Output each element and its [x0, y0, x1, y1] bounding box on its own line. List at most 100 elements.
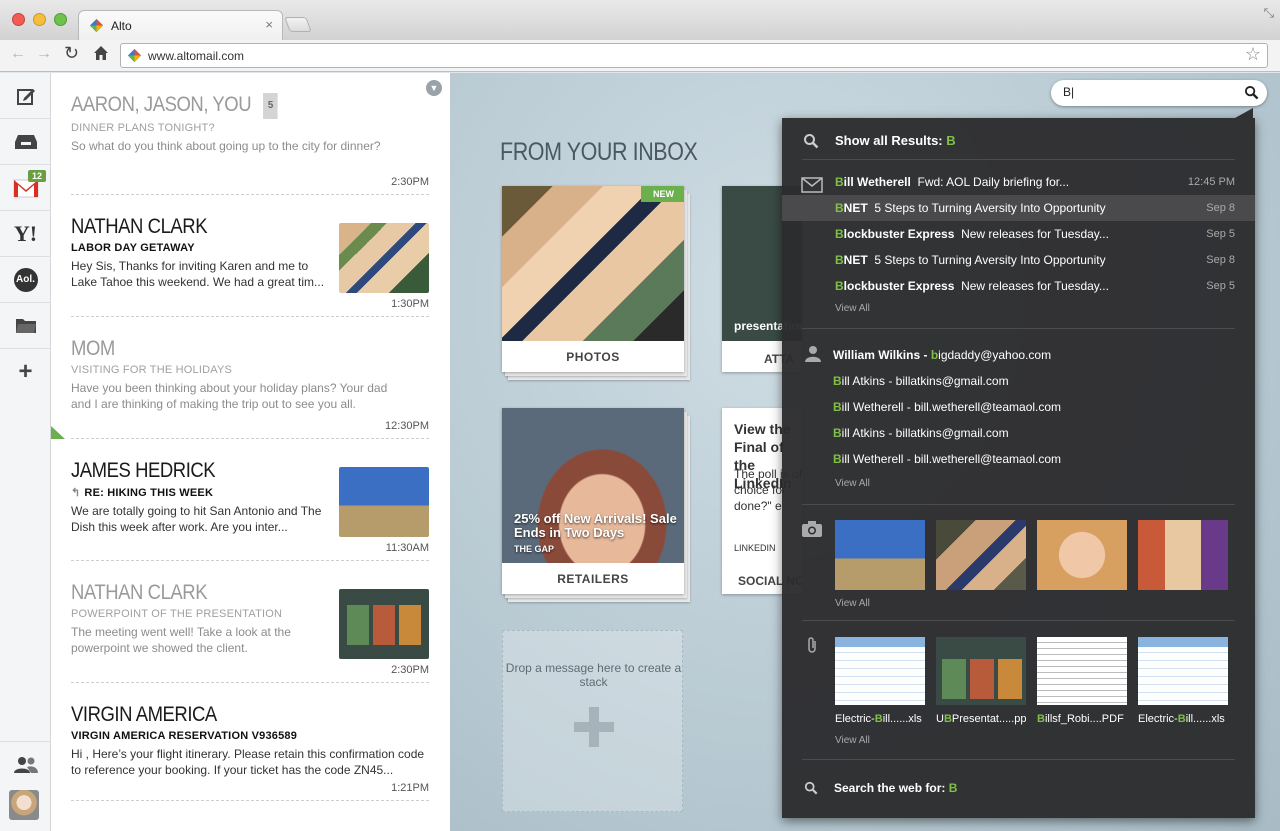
paperclip-icon	[808, 637, 816, 653]
zoom-window-button[interactable]	[54, 13, 67, 26]
search-icon	[804, 134, 819, 149]
contact-result[interactable]: Bill Wetherell - bill.wetherell@teamaol.…	[782, 446, 1255, 472]
message-subject: VISITING FOR THE HOLIDAYS	[71, 364, 233, 376]
message-list: ▼ AARON, JASON, YOU 5 DINNER PLANS TONIGH…	[51, 73, 450, 831]
message-item[interactable]: MOM VISITING FOR THE HOLIDAYS Have you b…	[71, 337, 429, 439]
plus-icon	[574, 707, 614, 747]
search-icon	[804, 781, 818, 795]
pdf-thumbnail	[1037, 637, 1127, 705]
contact-result[interactable]: William Wilkins - bigdaddy@yahoo.com	[782, 342, 1255, 368]
message-time: 11:30AM	[385, 542, 429, 554]
photo-result-thumbnail[interactable]	[1037, 520, 1127, 590]
inbox-tray-icon	[14, 134, 37, 149]
section-heading: FROM YOUR INBOX	[500, 138, 698, 166]
forward-arrow-icon[interactable]: →	[36, 45, 52, 63]
spreadsheet-thumbnail	[1138, 637, 1228, 705]
photo-result-thumbnail[interactable]	[835, 520, 925, 590]
view-all-files-link[interactable]: View All	[835, 735, 870, 746]
alto-logo-icon	[127, 48, 142, 63]
message-item[interactable]: VIRGIN AMERICA VIRGIN AMERICA RESERVATIO…	[71, 703, 429, 801]
people-icon	[13, 756, 38, 773]
account-rail: 12 Y! Aol. +	[0, 73, 51, 831]
stack-label: PHOTOS	[566, 350, 620, 364]
message-snippet: Have you been thinking about your holida…	[71, 381, 388, 411]
presentation-thumbnail[interactable]	[339, 589, 429, 659]
minimize-window-button[interactable]	[33, 13, 46, 26]
view-all-contacts-link[interactable]: View All	[835, 478, 870, 489]
search-icon[interactable]	[1244, 85, 1259, 100]
photo-results	[835, 520, 1228, 590]
contact-result[interactable]: Bill Atkins - billatkins@gmail.com	[782, 420, 1255, 446]
reload-icon[interactable]: ↻	[64, 43, 79, 64]
spreadsheet-thumbnail	[835, 637, 925, 705]
gmail-account-button[interactable]: 12	[0, 165, 51, 211]
yahoo-account-button[interactable]: Y!	[0, 211, 51, 257]
reply-arrow-icon: ↰	[71, 487, 81, 499]
file-result[interactable]: UBPresentat.....pp	[936, 637, 1027, 725]
presentation-thumbnail	[936, 637, 1026, 705]
message-item[interactable]: NATHAN CLARK LABOR DAY GETAWAY Hey Sis, …	[71, 215, 429, 317]
contact-result[interactable]: Bill Atkins - billatkins@gmail.com	[782, 368, 1255, 394]
bookmark-star-icon[interactable]: ☆	[1245, 44, 1261, 65]
email-result[interactable]: Bill Wetherell Fwd: AOL Daily briefing f…	[782, 169, 1255, 195]
message-sender: VIRGIN AMERICA	[71, 703, 217, 726]
new-tab-button[interactable]	[284, 17, 312, 32]
file-result[interactable]: Electric-Bill......xls	[1138, 637, 1228, 725]
photo-result-thumbnail[interactable]	[936, 520, 1026, 590]
message-time: 1:21PM	[391, 782, 429, 794]
stack-label: RETAILERS	[557, 572, 629, 586]
aol-account-button[interactable]: Aol.	[0, 257, 51, 303]
view-all-photos-link[interactable]: View All	[835, 598, 870, 609]
message-sender: AARON, JASON, YOU 5	[71, 93, 386, 119]
stack-retailers[interactable]: 25% off New Arrivals! Sale Ends in Two D…	[502, 408, 690, 602]
plus-icon: +	[18, 358, 33, 385]
address-bar[interactable]: www.altomail.com ☆	[120, 43, 1268, 68]
view-all-emails-link[interactable]: View All	[835, 303, 870, 314]
message-sender: MOM	[71, 337, 115, 360]
hiking-photo-thumbnail[interactable]	[339, 467, 429, 537]
search-web-link[interactable]: Search the web for: B	[834, 781, 957, 795]
contact-result[interactable]: Bill Wetherell - bill.wetherell@teamaol.…	[782, 394, 1255, 420]
home-icon[interactable]	[92, 44, 110, 62]
tab-close-icon[interactable]: ×	[265, 17, 273, 32]
message-snippet: Hey Sis, Thanks for inviting Karen and m…	[71, 259, 325, 289]
message-subject: VIRGIN AMERICA RESERVATION V936589	[71, 730, 298, 742]
message-time: 2:30PM	[391, 664, 429, 676]
thread-count-badge: 5	[262, 93, 278, 119]
search-results-dropdown: Show all Results: B Bill Wetherell Fwd: …	[782, 108, 1255, 818]
kids-photo-thumbnail[interactable]	[339, 223, 429, 293]
file-result[interactable]: Electric-Bill......xls	[835, 637, 925, 725]
email-result[interactable]: BNET 5 Steps to Turning Aversity Into Op…	[782, 247, 1255, 273]
message-item[interactable]: NATHAN CLARK POWERPOINT OF THE PRESENTAT…	[71, 581, 429, 683]
message-subject: DINNER PLANS TONIGHT?	[71, 122, 215, 134]
close-window-button[interactable]	[12, 13, 25, 26]
file-result[interactable]: Billsf_Robi....PDF	[1037, 637, 1127, 725]
contacts-button[interactable]	[0, 741, 51, 787]
stack-photos[interactable]: NEW PHOTOS	[502, 186, 690, 380]
url-text: www.altomail.com	[148, 49, 245, 63]
message-snippet: We are totally going to hit San Antonio …	[71, 504, 322, 534]
add-account-button[interactable]: +	[0, 349, 51, 395]
drop-zone-text: Drop a message here to create a stack	[505, 661, 682, 689]
email-result[interactable]: Blockbuster Express New releases for Tue…	[782, 273, 1255, 299]
email-result[interactable]: Blockbuster Express New releases for Tue…	[782, 221, 1255, 247]
back-arrow-icon[interactable]: ←	[10, 45, 26, 63]
alto-logo-icon	[89, 18, 104, 33]
gmail-unread-badge: 12	[28, 170, 47, 182]
user-avatar[interactable]	[9, 790, 39, 820]
search-input[interactable]	[1063, 85, 1233, 99]
search-bar[interactable]	[1051, 80, 1267, 106]
browser-tab-alto[interactable]: Alto ×	[78, 10, 283, 40]
fullscreen-icon[interactable]: ⤡	[1264, 5, 1274, 21]
promo-text: 25% off New Arrivals! Sale Ends in Two D…	[514, 511, 677, 540]
message-item[interactable]: AARON, JASON, YOU 5 DINNER PLANS TONIGHT?…	[71, 93, 429, 195]
inbox-button[interactable]	[0, 119, 51, 165]
email-result[interactable]: BNET 5 Steps to Turning Aversity Into Op…	[782, 195, 1255, 221]
browser-toolbar: ← → ↻ www.altomail.com ☆	[0, 40, 1280, 72]
show-all-results-link[interactable]: Show all Results: B	[835, 133, 956, 148]
create-stack-drop-zone[interactable]: Drop a message here to create a stack	[502, 630, 683, 812]
compose-button[interactable]	[0, 73, 51, 119]
photo-result-thumbnail[interactable]	[1138, 520, 1228, 590]
message-item[interactable]: JAMES HEDRICK ↰ RE: HIKING THIS WEEK We a…	[71, 459, 429, 561]
folders-button[interactable]	[0, 303, 51, 349]
